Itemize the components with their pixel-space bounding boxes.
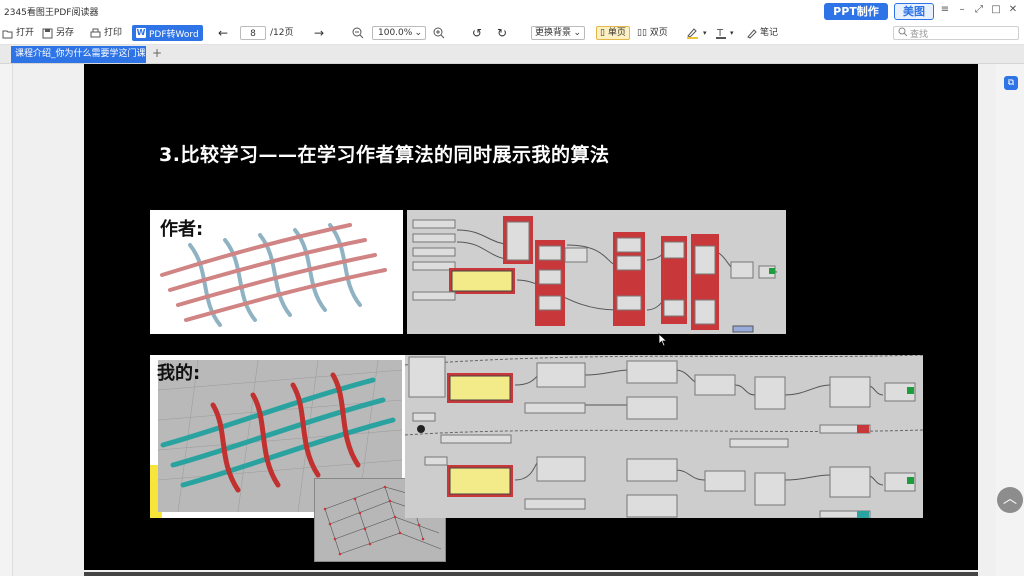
search-icon (898, 27, 908, 39)
chevron-down-icon: ⌄ (414, 28, 422, 38)
pdf-to-word-button[interactable]: W PDF转Word (132, 25, 203, 41)
tab-bar: 课程介绍_你为什么需要学这门课 + (0, 45, 1024, 64)
notes-button[interactable]: 笔记 (746, 26, 778, 40)
author-grasshopper-screenshot (407, 210, 786, 334)
left-sidebar (0, 64, 13, 576)
open-label: 打开 (16, 28, 35, 38)
print-button[interactable]: 打印 (90, 26, 122, 40)
fullscreen-icon[interactable]: ⤢ (972, 4, 986, 15)
double-page-label: 双页 (649, 28, 668, 38)
highlight-icon[interactable]: ▾ (686, 26, 707, 40)
author-label: 作者: (160, 219, 204, 240)
title-bar: 2345看图王PDF阅读器 PPT制作 美图 ≡ – ⤢ □ ✕ (0, 0, 1024, 22)
page-total: /12页 (270, 28, 294, 38)
toolbar: 打开 另存 打印 W PDF转Word ← 8 /12页 → 100.0% ⌄ … (0, 22, 1024, 45)
page-number-input[interactable]: 8 (240, 26, 266, 40)
side-tool-icon[interactable]: ⧉ (1004, 76, 1018, 90)
menu-icon[interactable]: ≡ (938, 4, 952, 15)
meitu-button[interactable]: 美图 (894, 3, 934, 20)
open-icon (2, 28, 13, 39)
mouse-cursor (658, 333, 668, 350)
mine-label: 我的: (157, 363, 201, 384)
tab-course-intro[interactable]: 课程介绍_你为什么需要学这门课 (11, 46, 146, 63)
page-bottom-edge (84, 572, 978, 576)
mine-grasshopper-screenshot (405, 355, 923, 518)
arrow-left-icon[interactable]: ← (218, 26, 228, 40)
mine-node-graph (405, 355, 923, 518)
zoom-value: 100.0% (378, 28, 413, 38)
arrow-right-icon[interactable]: → (314, 26, 324, 40)
text-icon[interactable]: T ▾ (716, 26, 734, 40)
pdf-to-word-label: PDF转Word (149, 29, 199, 40)
save-icon (42, 28, 53, 39)
background-label: 更换背景 (535, 28, 572, 38)
zoom-select[interactable]: 100.0% ⌄ (372, 26, 426, 40)
chevron-down-icon: ⌄ (573, 28, 581, 38)
background-select[interactable]: 更换背景 ⌄ (531, 26, 585, 40)
print-label: 打印 (104, 28, 123, 38)
double-page-icon: ▯▯ (637, 28, 647, 38)
close-icon[interactable]: ✕ (1006, 4, 1020, 15)
notes-label: 笔记 (760, 28, 779, 38)
word-icon: W (136, 28, 146, 38)
zoom-out-icon[interactable] (352, 26, 364, 40)
search-input[interactable]: 查找 (893, 26, 1019, 40)
maximize-icon[interactable]: □ (989, 4, 1003, 15)
slide-title: 3.比较学习——在学习作者算法的同时展示我的算法 (159, 144, 610, 166)
zoom-in-icon[interactable] (433, 26, 445, 40)
author-node-graph (412, 216, 778, 333)
print-icon (90, 28, 101, 39)
rotate-left-icon[interactable]: ↺ (472, 26, 482, 40)
single-page-button[interactable]: ▯ 单页 (596, 26, 630, 40)
double-page-button[interactable]: ▯▯ 双页 (634, 26, 671, 40)
saveas-button[interactable]: 另存 (42, 26, 74, 40)
open-button[interactable]: 打开 (2, 26, 34, 40)
app-title: 2345看图王PDF阅读器 (4, 8, 99, 18)
saveas-label: 另存 (56, 28, 75, 38)
single-page-label: 单页 (607, 28, 626, 38)
add-tab-icon[interactable]: + (152, 46, 162, 60)
ppt-make-button[interactable]: PPT制作 (824, 3, 888, 20)
minimize-icon[interactable]: – (955, 4, 969, 15)
single-page-icon: ▯ (600, 28, 605, 38)
scroll-top-icon[interactable]: ︿ (997, 487, 1023, 513)
rotate-right-icon[interactable]: ↻ (497, 26, 507, 40)
note-icon (746, 28, 757, 39)
search-placeholder: 查找 (910, 29, 929, 40)
